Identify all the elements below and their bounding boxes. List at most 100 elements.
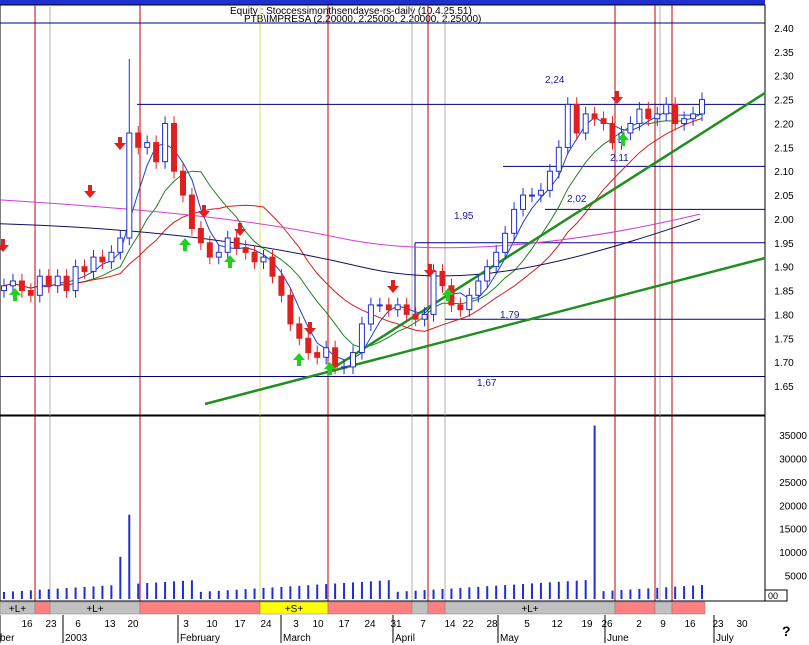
x-month-label: ber	[0, 633, 15, 644]
candle-body	[206, 242, 213, 258]
x-day-label: 16	[684, 619, 696, 630]
x-day-label: 20	[127, 619, 139, 630]
candle-body	[54, 275, 61, 287]
candle-body	[412, 313, 419, 320]
price-tick-label: 1.75	[774, 334, 794, 345]
candle-body	[341, 366, 348, 369]
volume-panel: 35000 30000 25000 20000 15000 10000 5000	[0, 415, 808, 602]
candle-body	[72, 266, 79, 292]
candle-body	[224, 237, 231, 253]
x-day-label: 22	[462, 619, 474, 630]
x-day-label: 23	[45, 619, 57, 630]
x-month-label: March	[283, 633, 311, 644]
sell-arrow	[304, 322, 316, 335]
price-tick-label: 1.95	[774, 239, 794, 250]
price-tick-label: 1.65	[774, 382, 794, 393]
price-tick-label: 2.40	[774, 24, 794, 35]
candle-body	[99, 256, 106, 263]
volume-tick-label: 15000	[779, 525, 807, 536]
x-day-label: 24	[364, 619, 376, 630]
x-month-label: May	[500, 633, 519, 644]
price-tick-label: 2.35	[774, 48, 794, 59]
candle-body	[296, 323, 303, 339]
trendline-upper	[329, 91, 766, 372]
candle-body	[582, 113, 589, 134]
candle-body	[81, 266, 88, 273]
volume-panel-frame	[0, 415, 766, 602]
signal-segment	[327, 601, 413, 615]
candle-body	[90, 256, 97, 272]
candle-body	[1, 285, 7, 292]
signal-segment	[411, 601, 429, 615]
price-tick-label: 2.05	[774, 191, 794, 202]
x-day-label: 17	[234, 619, 246, 630]
candle-body	[484, 266, 491, 282]
x-month-label: July	[716, 633, 734, 644]
candle-body	[117, 237, 124, 253]
price-tick-label: 2.20	[774, 120, 794, 131]
candle-body	[609, 123, 616, 144]
candle-body	[197, 228, 204, 244]
sell-arrow	[234, 223, 246, 236]
signal-segment	[34, 601, 51, 615]
candle-body	[385, 304, 392, 311]
candle-body	[215, 251, 222, 258]
x-month-label: February	[180, 633, 220, 644]
candle-body	[645, 108, 652, 120]
candle-body	[529, 194, 535, 197]
candle-body	[573, 103, 580, 134]
candle-body	[135, 132, 142, 148]
candle-body	[376, 304, 383, 307]
sell-arrow	[0, 239, 9, 252]
candle-body	[600, 118, 607, 124]
price-annotation: 2,11	[610, 153, 629, 164]
candle-body	[367, 304, 374, 325]
candle-body	[681, 118, 688, 124]
x-day-label: 26	[601, 619, 613, 630]
candle-body	[332, 347, 339, 368]
price-panel: 2,24 2,11 2,02 1,95 1,79 1,67 2.40 2.35 2.30 2.2…	[0, 4, 794, 601]
price-tick-label: 1.85	[774, 287, 794, 298]
price-annotation: 2,02	[567, 194, 587, 205]
price-annotation: 1,79	[500, 310, 520, 321]
price-tick-label: 2.00	[774, 215, 794, 226]
x-day-label: 3	[293, 619, 299, 630]
candle-body	[27, 290, 34, 296]
x-day-label: 19	[581, 619, 593, 630]
x-day-label: 13	[104, 619, 116, 630]
candle-body	[457, 304, 464, 311]
sell-arrow	[114, 137, 126, 150]
candle-body	[323, 347, 330, 358]
price-tick-label: 2.25	[774, 96, 794, 107]
candle-body	[287, 294, 294, 325]
signal-label: +S+	[285, 604, 304, 615]
candle-body	[305, 337, 312, 354]
signal-segment	[427, 601, 446, 615]
signal-segment	[139, 601, 261, 615]
volume-tick-label: 35000	[779, 431, 807, 442]
volume-tick-label: 5000	[785, 572, 808, 583]
x-day-label: 31	[390, 619, 402, 630]
help-glyph[interactable]: ?	[782, 623, 791, 639]
signal-label: +L+	[521, 604, 538, 615]
sell-arrow	[387, 280, 399, 293]
candle-body	[663, 103, 670, 115]
candle-body	[260, 256, 267, 263]
candle-body	[421, 313, 428, 320]
candle-body	[180, 170, 186, 196]
candle-body	[188, 194, 195, 230]
candle-body	[162, 123, 169, 163]
top-border	[0, 0, 765, 5]
candle-body	[269, 256, 276, 277]
candle-body	[251, 251, 258, 263]
candle-body	[394, 304, 401, 311]
x-day-label: 7	[420, 619, 426, 630]
x-day-label: 9	[660, 619, 666, 630]
x-day-label: 24	[260, 619, 272, 630]
signal-segment	[671, 601, 706, 615]
candle-body	[242, 247, 249, 253]
x-day-label: 10	[312, 619, 324, 630]
price-tick-label: 2.30	[774, 72, 794, 83]
x-day-label: 6	[75, 619, 81, 630]
buy-arrow	[224, 255, 236, 268]
